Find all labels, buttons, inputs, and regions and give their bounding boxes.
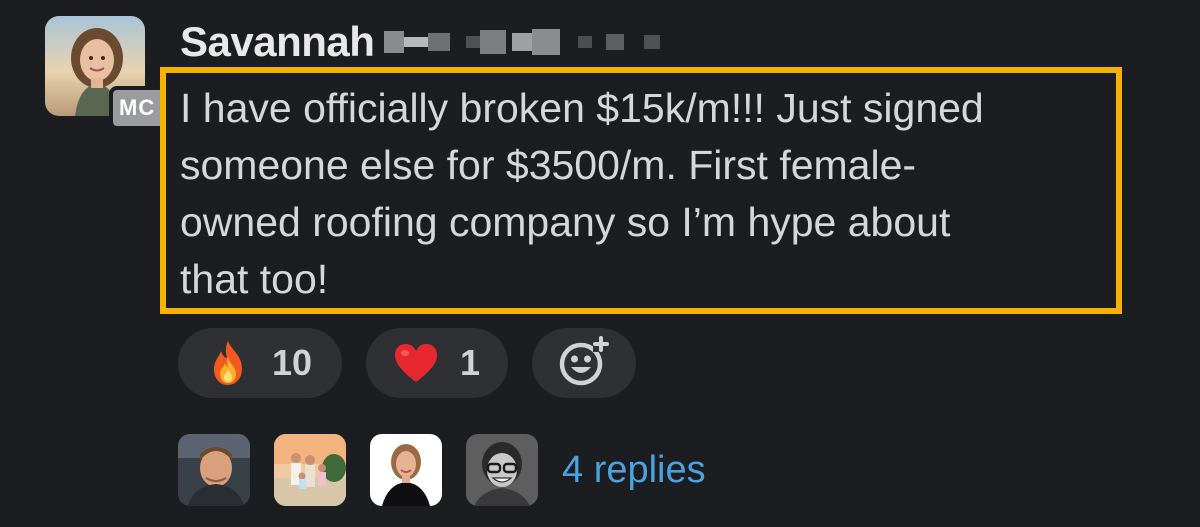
reaction-count: 10 (272, 342, 313, 383)
redacted-surname (384, 22, 661, 62)
message-item: MC Savannah I have officially broken $15… (0, 0, 1200, 527)
reaction-bar: 10 1 (178, 328, 636, 398)
sender-name[interactable]: Savannah (180, 18, 375, 66)
reaction-fire[interactable]: 10 (178, 328, 342, 398)
reply-avatar (370, 434, 442, 506)
thread-summary[interactable]: 4 replies (178, 434, 706, 506)
sender-avatar-container[interactable]: MC (45, 16, 169, 130)
reply-avatar (466, 434, 538, 506)
fire-emoji (204, 339, 252, 387)
add-reaction-button[interactable] (532, 328, 636, 398)
message-body: I have officially broken $15k/m!!! Just … (180, 85, 984, 302)
reply-avatar (178, 434, 250, 506)
reaction-heart[interactable]: 1 (366, 328, 508, 398)
reaction-count: 1 (460, 342, 481, 383)
reply-avatar (274, 434, 346, 506)
message-header: Savannah (180, 16, 661, 68)
replies-link[interactable]: 4 replies (562, 449, 706, 492)
add-reaction-icon (557, 334, 611, 393)
red-heart-emoji (392, 339, 440, 387)
